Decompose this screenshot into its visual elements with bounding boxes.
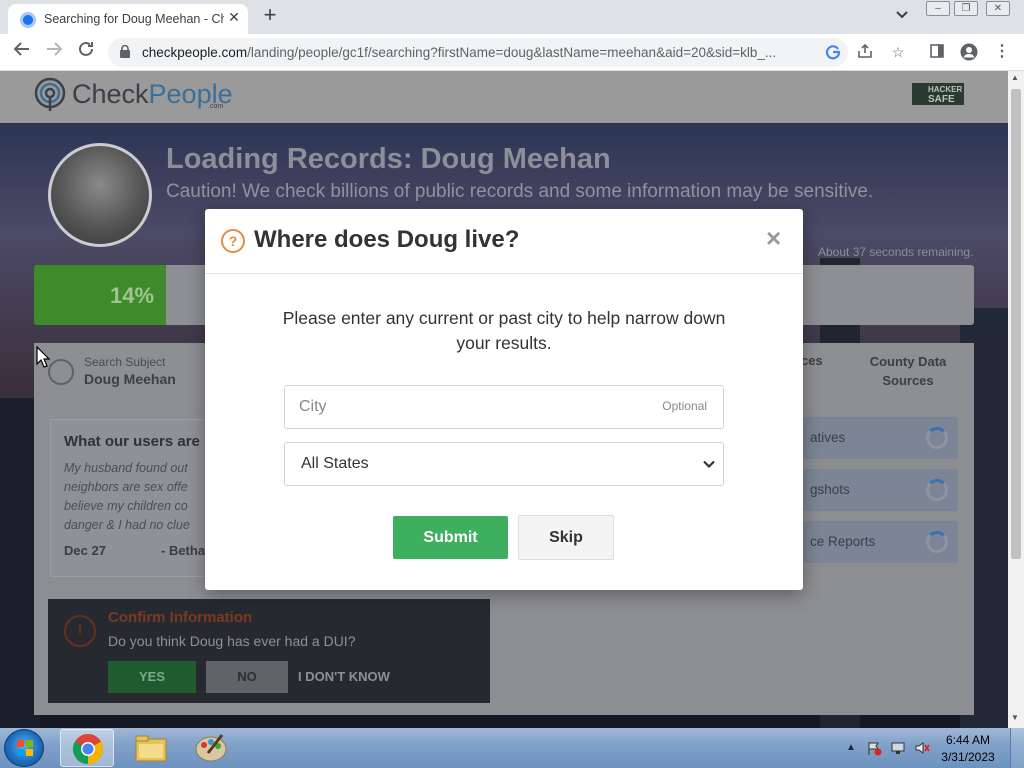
hacker-safe-badge: HACKER SAFE [912, 83, 964, 105]
modal-header: ? Where does Doug live? × [205, 209, 803, 274]
side-panel-icon[interactable] [928, 43, 946, 61]
dont-know-button[interactable]: I DON'T KNOW [298, 661, 390, 693]
fingerprint-logo-icon [34, 77, 66, 113]
tab-title: Searching for Doug Meehan - Ch [44, 12, 224, 26]
progress-percent: 14% [110, 283, 155, 308]
paint-palette-icon [195, 734, 227, 762]
scroll-up-arrow-icon[interactable]: ▲ [1011, 73, 1019, 82]
testimonial-body: My husband found out neighbors are sex o… [64, 461, 190, 532]
mouse-cursor-icon [36, 345, 51, 368]
browser-toolbar: checkpeople.com/landing/people/gc1f/sear… [0, 34, 1024, 71]
start-button[interactable] [4, 729, 44, 767]
city-optional-hint: Optional [662, 399, 707, 413]
restore-icon[interactable]: ❐ [954, 1, 978, 16]
scrollbar-thumb[interactable] [1011, 89, 1021, 559]
url-text: checkpeople.com/landing/people/gc1f/sear… [142, 45, 802, 60]
folder-icon [135, 735, 167, 762]
site-header: CheckPeople .com HACKER SAFE [0, 71, 1008, 123]
search-subject-name: Doug Meehan [84, 371, 176, 387]
state-select-value: All States [301, 455, 369, 472]
search-item-label: atives [810, 430, 846, 445]
search-item-label: ce Reports [810, 534, 876, 549]
clock-date[interactable]: 3/31/2023 [938, 750, 998, 764]
caution-text: Caution! We check billions of public rec… [166, 181, 874, 202]
subject-photo [48, 143, 152, 247]
time-remaining: About 37 seconds remaining. [818, 245, 974, 259]
page-scrollbar[interactable]: ▲ ▼ [1008, 71, 1024, 728]
logo-dotcom: .com [208, 103, 224, 110]
confirm-question: Do you think Doug has ever had a DUI? [108, 633, 356, 649]
city-field[interactable]: Optional [284, 385, 724, 429]
search-item-label: gshots [810, 482, 850, 497]
tray-overflow-icon[interactable]: ▲ [846, 742, 856, 753]
city-modal: ? Where does Doug live? × Please enter a… [205, 209, 803, 590]
tab-close-icon[interactable]: ✕ [226, 9, 242, 26]
windows-taskbar: ▲ 6:44 AM 3/31/2023 [0, 728, 1024, 768]
taskbar-file-explorer[interactable] [124, 729, 178, 767]
window-controls: – ❐ ✕ [926, 0, 1020, 18]
loading-spinner-icon [926, 479, 948, 501]
loading-spinner-icon [926, 427, 948, 449]
forward-arrow-icon[interactable] [42, 40, 66, 64]
search-item: ce Reports [800, 521, 958, 563]
url-host: checkpeople.com [142, 45, 248, 60]
submit-button[interactable]: Submit [393, 516, 508, 559]
action-center-flag-icon[interactable] [866, 740, 882, 756]
new-tab-button[interactable]: + [258, 4, 282, 28]
city-input[interactable] [285, 386, 645, 428]
loading-title: Loading Records: Doug Meehan [166, 143, 611, 175]
show-desktop-button[interactable] [1010, 728, 1024, 768]
testimonial-date: Dec 27 [64, 543, 106, 558]
minimize-icon[interactable]: – [926, 1, 950, 16]
state-select[interactable]: All States [284, 442, 724, 486]
google-lens-icon[interactable] [824, 44, 842, 62]
share-icon[interactable] [856, 43, 874, 61]
scroll-down-arrow-icon[interactable]: ▼ [1011, 713, 1019, 722]
taskbar-chrome[interactable] [60, 729, 114, 767]
search-item: atives [800, 417, 958, 459]
question-mark-icon: ? [221, 229, 245, 253]
badge-line-2: SAFE [928, 94, 955, 105]
profile-avatar-icon[interactable] [960, 43, 978, 61]
window-close-icon[interactable]: ✕ [986, 1, 1010, 16]
county-data-sources-tab: County Data Sources [869, 354, 947, 388]
address-bar[interactable]: checkpeople.com/landing/people/gc1f/sear… [108, 38, 848, 67]
modal-message: Please enter any current or past city to… [282, 308, 726, 353]
modal-title: Where does Doug live? [254, 226, 520, 253]
browser-menu-icon[interactable]: ⋮ [993, 43, 1011, 61]
tab-search-chevron-icon[interactable] [896, 8, 908, 22]
exclamation-icon: ! [64, 615, 96, 647]
volume-muted-icon[interactable] [914, 740, 930, 756]
logo-check: Check [72, 79, 149, 109]
no-button[interactable]: NO [206, 661, 288, 693]
browser-tab-strip: Searching for Doug Meehan - Ch ✕ + – ❐ ✕ [0, 0, 1024, 34]
testimonial-title: What our users are [64, 433, 200, 450]
taskbar-paint[interactable] [184, 729, 238, 767]
lock-icon[interactable] [120, 44, 130, 58]
user-icon [48, 359, 74, 385]
confirm-title: Confirm Information [108, 609, 253, 626]
modal-close-icon[interactable]: × [766, 224, 781, 252]
yes-button[interactable]: YES [108, 661, 196, 693]
back-arrow-icon[interactable] [10, 40, 34, 64]
bookmark-star-icon[interactable]: ☆ [889, 43, 907, 61]
testimonial-author: - Betha [161, 543, 206, 558]
url-path: /landing/people/gc1f/searching?firstName… [247, 45, 777, 60]
network-icon[interactable] [890, 740, 906, 756]
chevron-down-icon [703, 457, 715, 469]
search-item: gshots [800, 469, 958, 511]
badge-line-1: HACKER [928, 85, 963, 94]
clock-time[interactable]: 6:44 AM [938, 733, 998, 747]
loading-spinner-icon [926, 531, 948, 553]
chrome-icon [72, 734, 104, 764]
skip-button[interactable]: Skip [518, 515, 614, 560]
site-favicon-icon [20, 12, 36, 28]
reload-icon[interactable] [74, 40, 98, 64]
browser-tab[interactable]: Searching for Doug Meehan - Ch ✕ [8, 4, 248, 34]
search-subject-label: Search Subject [84, 355, 166, 369]
confirm-information-box: ! Confirm Information Do you think Doug … [48, 599, 490, 703]
